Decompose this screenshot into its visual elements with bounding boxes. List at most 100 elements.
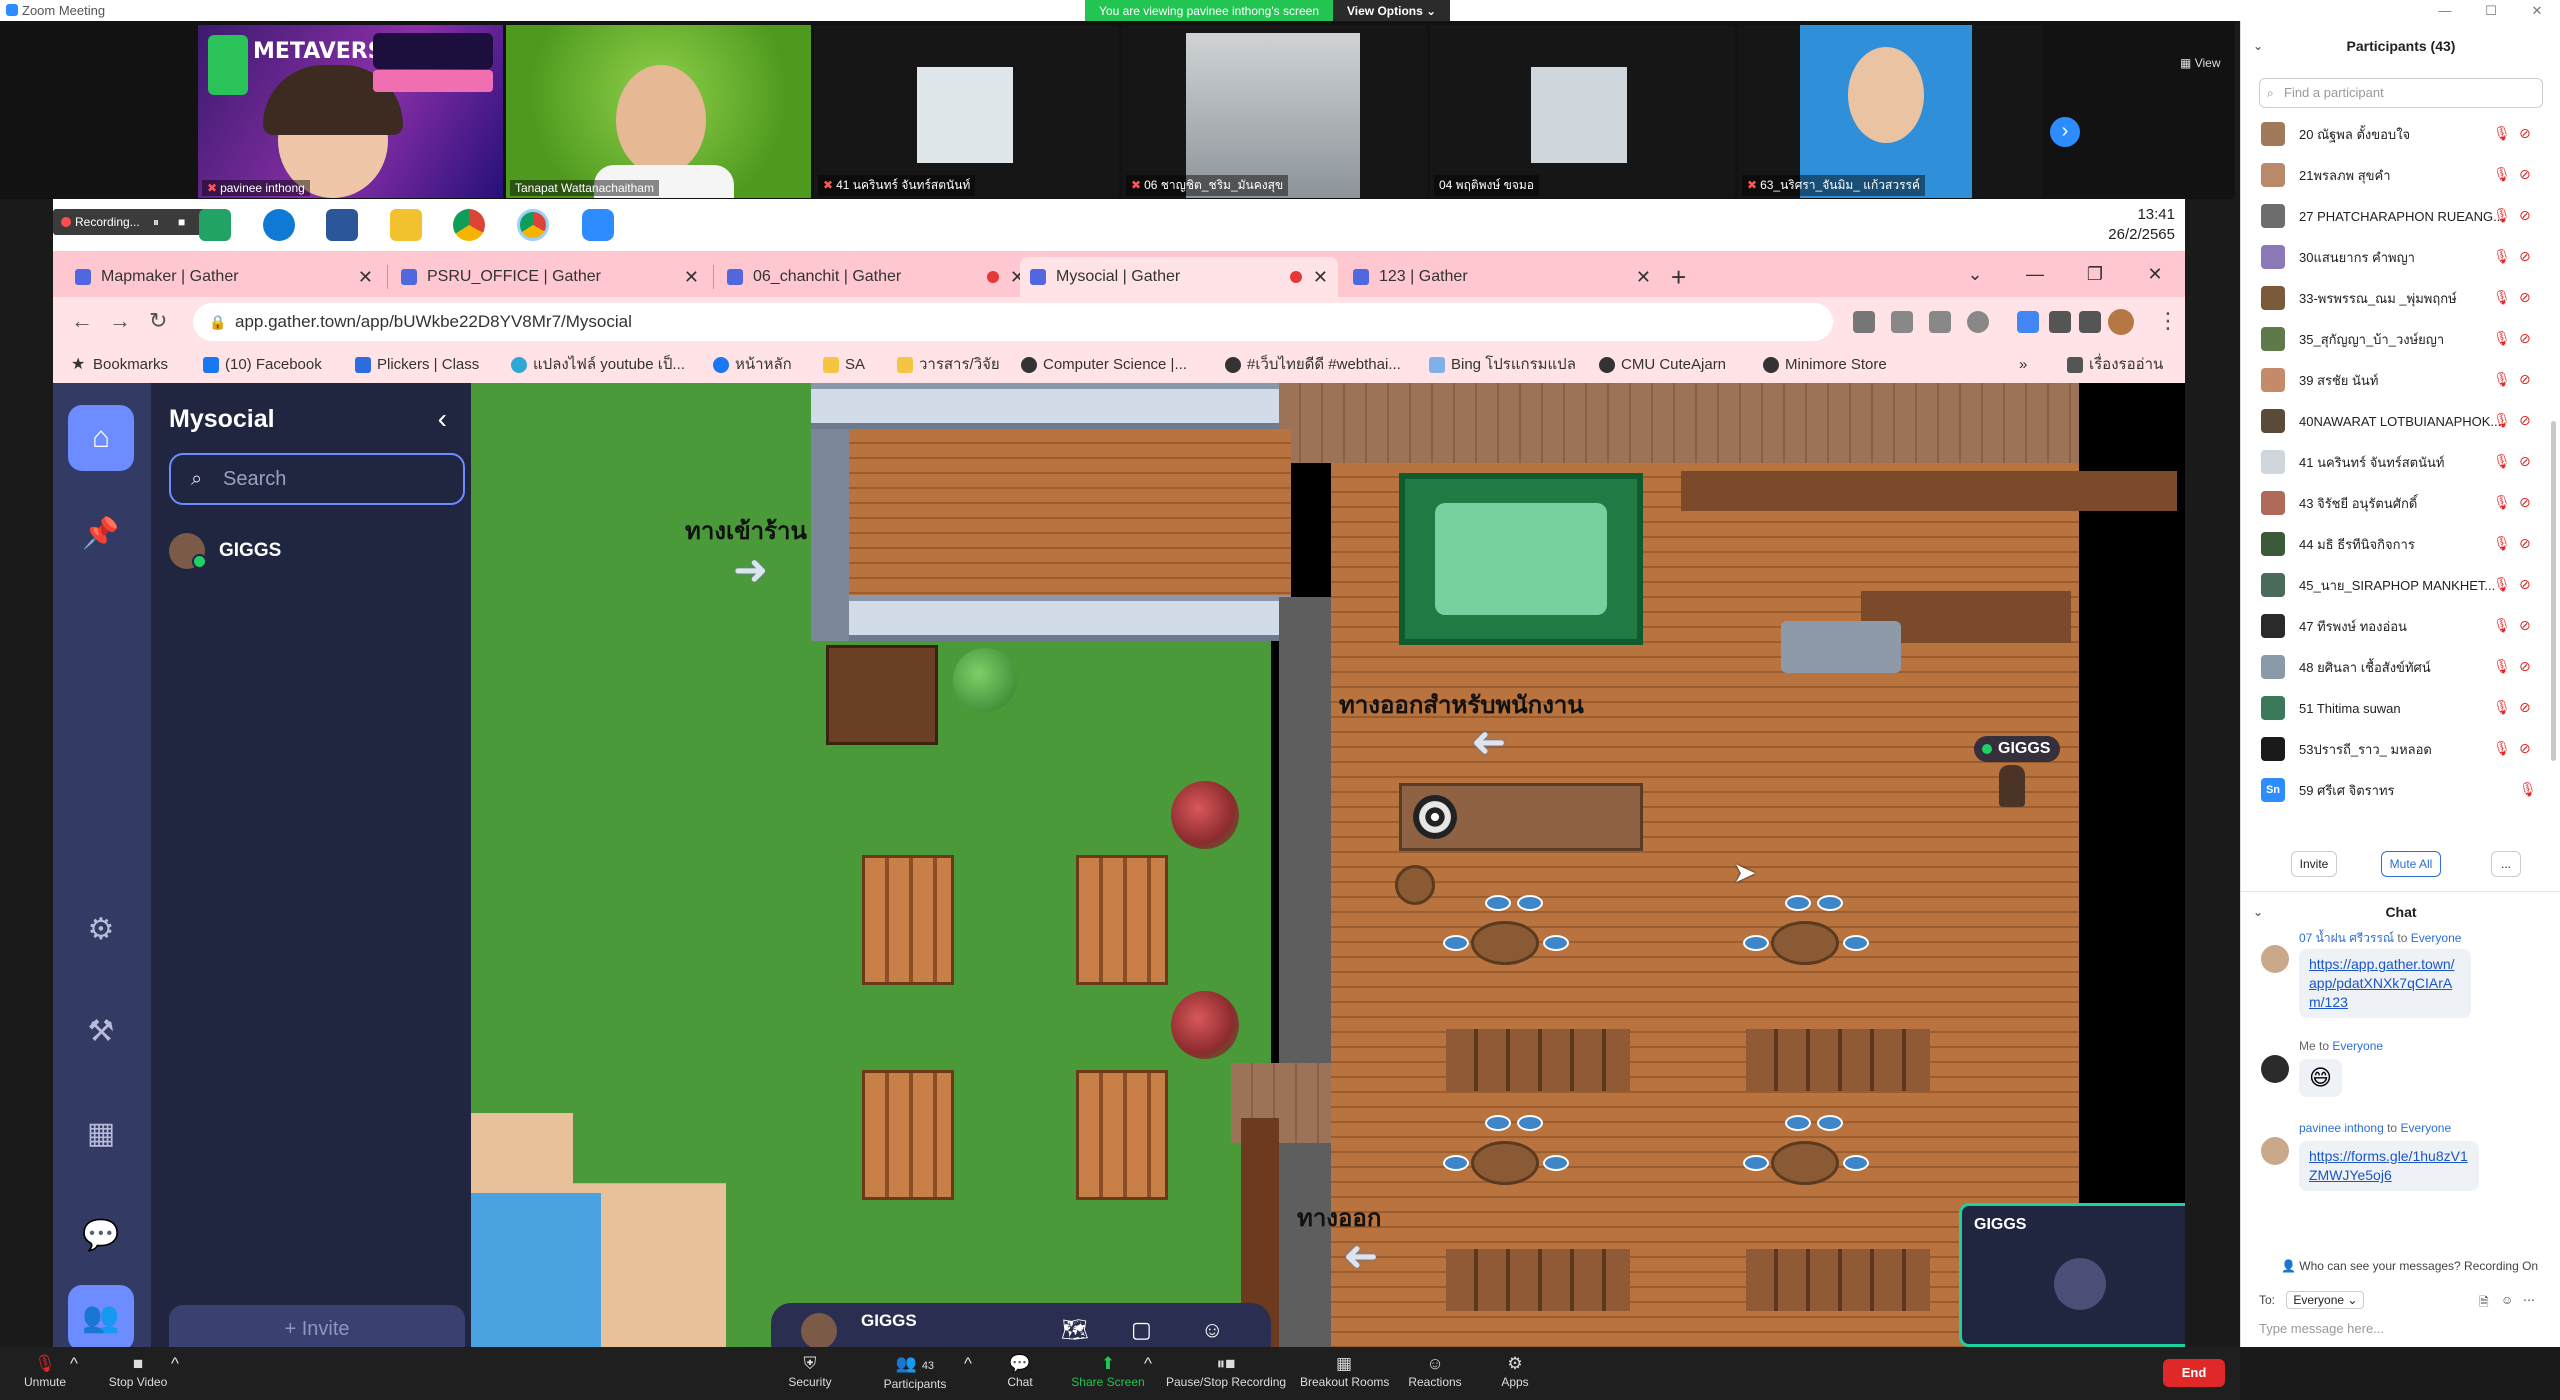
- participant-search-input[interactable]: ⌕ Search: [169, 453, 465, 505]
- camera-icon[interactable]: [1853, 311, 1875, 333]
- minimize-icon[interactable]: —: [2005, 251, 2065, 297]
- chevron-down-icon[interactable]: ⌄: [2253, 892, 2263, 932]
- tab-psru-office[interactable]: PSRU_OFFICE | Gather ✕: [391, 257, 709, 297]
- recipient-select[interactable]: Everyone ⌄: [2286, 1291, 2365, 1309]
- extension-translate-icon[interactable]: [2017, 311, 2039, 333]
- apps-button[interactable]: ⚙ Apps: [1495, 1353, 1535, 1389]
- bookmark-bing-translator[interactable]: Bing โปรแกรมแปล: [1429, 347, 1576, 383]
- excel-taskbar-icon[interactable]: [199, 209, 231, 241]
- list-item[interactable]: 53ปรารถี_ราว_ มหลอด 🎙 ⊘: [2241, 729, 2560, 770]
- close-tab-icon[interactable]: ✕: [358, 257, 373, 297]
- share-screen-button[interactable]: ⬆ Share Screen: [1070, 1353, 1146, 1389]
- chat-link[interactable]: https://forms.gle/1hu8zV1ZMWJYe5oj6: [2309, 1148, 2468, 1183]
- video-tile[interactable]: Tanapat Wattanachaitham: [506, 25, 811, 198]
- gear-icon[interactable]: ⚙: [68, 897, 134, 963]
- invite-button[interactable]: Invite: [2291, 851, 2337, 877]
- zoom-taskbar-icon[interactable]: [582, 209, 614, 241]
- reading-list[interactable]: เรื่องรออ่าน: [2067, 347, 2163, 383]
- video-tile[interactable]: ✖ 63_นริศรา_จันมิม_ แก้วสวรรค์: [1738, 25, 2043, 198]
- view-button[interactable]: ▦ View: [2180, 56, 2220, 70]
- list-item[interactable]: 43 จิรัชยี อนุรัตนศักดิ์ 🎙 ⊘: [2241, 483, 2560, 524]
- chat-button[interactable]: 💬 Chat: [1000, 1353, 1040, 1389]
- chrome-taskbar-icon[interactable]: [453, 209, 485, 241]
- list-item[interactable]: 40NAWARAT LOTBUIANAPHOK... 🎙 ⊘: [2241, 401, 2560, 442]
- tab-chanchit[interactable]: 06_chanchit | Gather ✕: [717, 257, 1035, 297]
- participants-options-button[interactable]: ^: [960, 1353, 976, 1375]
- chat-link[interactable]: https://app.gather.town/app/pdatXNXk7qCI…: [2309, 956, 2455, 1010]
- translate-icon[interactable]: [1891, 311, 1913, 333]
- mute-all-button[interactable]: Mute All: [2381, 851, 2441, 877]
- avatar[interactable]: [801, 1313, 837, 1347]
- participants-icon[interactable]: 👥: [68, 1285, 134, 1347]
- more-icon[interactable]: ⋯: [2523, 1293, 2535, 1307]
- video-tile[interactable]: ✖ 06 ชาญชิต_ชริม_มันคงสุข: [1122, 25, 1427, 198]
- share-icon[interactable]: [1929, 311, 1951, 333]
- view-options-button[interactable]: View Options ⌄: [1333, 0, 1451, 22]
- invite-button[interactable]: + Invite: [169, 1305, 465, 1347]
- screen-share-icon[interactable]: ▢: [1131, 1317, 1152, 1343]
- tab-123[interactable]: 123 | Gather ✕: [1343, 257, 1661, 297]
- bookmark-home[interactable]: หน้าหลัก: [713, 347, 792, 383]
- share-options-button[interactable]: ^: [1140, 1353, 1156, 1375]
- chat-message-input[interactable]: Type message here...: [2259, 1321, 2549, 1343]
- word-taskbar-icon[interactable]: [326, 209, 358, 241]
- list-item[interactable]: 21พรลภพ สุขคำ 🎙 ⊘: [2241, 155, 2560, 196]
- security-button[interactable]: ⛨ Security: [782, 1353, 838, 1389]
- collapse-panel-icon[interactable]: ‹: [438, 403, 447, 435]
- tab-search-icon[interactable]: ⌄: [1945, 251, 2005, 297]
- minimize-icon[interactable]: —: [2422, 0, 2468, 21]
- stop-video-button[interactable]: ■ Stop Video: [105, 1353, 171, 1389]
- participant-list-item[interactable]: GIGGS: [169, 531, 281, 571]
- home-icon[interactable]: ⌂: [68, 405, 134, 471]
- bookmark-minimore[interactable]: Minimore Store: [1763, 347, 1887, 383]
- video-tile[interactable]: 04 พฤติพงษ์ ขจมอ: [1430, 25, 1735, 198]
- bookmark-facebook[interactable]: (10) Facebook: [203, 347, 322, 383]
- list-item[interactable]: Sn 59 ศรีเศ จิตราทร 🎙: [2241, 770, 2560, 811]
- list-item[interactable]: 30แสนยากร คำพญา 🎙 ⊘: [2241, 237, 2560, 278]
- chat-icon[interactable]: 💬: [68, 1203, 134, 1269]
- reload-icon[interactable]: ↻: [149, 309, 167, 333]
- profile-avatar[interactable]: [2108, 309, 2134, 335]
- end-meeting-button[interactable]: End: [2163, 1359, 2225, 1387]
- reactions-button[interactable]: ☺ Reactions: [1408, 1353, 1462, 1389]
- maximize-icon[interactable]: ☐: [2468, 0, 2514, 21]
- bookmark-computer-science[interactable]: Computer Science |...: [1021, 347, 1187, 383]
- bookmark-cmu-cuteajarn[interactable]: CMU CuteAjarn: [1599, 347, 1726, 383]
- video-options-button[interactable]: ^: [167, 1353, 183, 1375]
- url-input[interactable]: 🔒 app.gather.town/app/bUWkbe22D8YV8Mr7/M…: [193, 303, 1833, 341]
- participants-button[interactable]: 👥 43 Participants: [880, 1353, 950, 1391]
- list-item[interactable]: 20 ณัฐพล ตั้งขอบใจ 🎙 ⊘: [2241, 114, 2560, 155]
- chevron-down-icon[interactable]: ⌄: [2253, 21, 2263, 71]
- chrome-active-taskbar-icon[interactable]: [517, 209, 549, 241]
- unmute-button[interactable]: 🎙 Unmute: [20, 1353, 70, 1389]
- list-item[interactable]: 39 สรชัย นันท์ 🎙 ⊘: [2241, 360, 2560, 401]
- forward-icon[interactable]: →: [109, 309, 131, 333]
- list-item[interactable]: 45_นาย_SIRAPHOP MANKHET... 🎙 ⊘: [2241, 565, 2560, 606]
- new-tab-button[interactable]: +: [1671, 257, 1686, 297]
- file-icon[interactable]: 🗎: [2479, 1293, 2489, 1314]
- tab-mapmaker[interactable]: Mapmaker | Gather ✕: [65, 257, 383, 297]
- restore-icon[interactable]: ❐: [2065, 251, 2125, 297]
- extensions-icon[interactable]: [2049, 311, 2071, 333]
- build-hammer-icon[interactable]: ⚒: [68, 999, 134, 1065]
- list-item[interactable]: 33-พรพรรณ_ณม _พุ่มพฤกษ์ 🎙 ⊘: [2241, 278, 2560, 319]
- audio-options-button[interactable]: ^: [66, 1353, 82, 1375]
- close-tab-icon[interactable]: ✕: [1313, 257, 1328, 297]
- bookmark-sa[interactable]: SA: [823, 347, 865, 383]
- player-avatar-sprite[interactable]: [1999, 765, 2025, 807]
- self-video-card[interactable]: GIGGS: [1959, 1203, 2185, 1347]
- kebab-menu-icon[interactable]: ⋮: [2157, 309, 2179, 333]
- list-item[interactable]: 51 Thitima suwan 🎙 ⊘: [2241, 688, 2560, 729]
- bookmarks-menu[interactable]: ★ Bookmarks: [71, 347, 168, 383]
- close-tab-icon[interactable]: ✕: [684, 257, 699, 297]
- calendar-icon[interactable]: ▦: [68, 1101, 134, 1167]
- gather-map-canvas[interactable]: ทางเข้าร้าน ➜ ทางออกสำหรับพนักงาน ➜ ทางอ…: [471, 383, 2185, 1347]
- bookmark-webthai[interactable]: #เว็บไทยดีดี #webthai...: [1225, 347, 1401, 383]
- participant-list-scrollbar[interactable]: [2551, 421, 2556, 761]
- next-page-button[interactable]: ›: [2050, 117, 2080, 147]
- emote-icon[interactable]: ☺: [1201, 1317, 1223, 1343]
- tab-mysocial[interactable]: Mysocial | Gather ✕: [1020, 257, 1338, 297]
- map-icon[interactable]: 🗺: [1061, 1317, 1089, 1343]
- close-icon[interactable]: ✕: [2514, 0, 2560, 21]
- bookmark-journal[interactable]: วารสาร/วิจัย: [897, 347, 1000, 383]
